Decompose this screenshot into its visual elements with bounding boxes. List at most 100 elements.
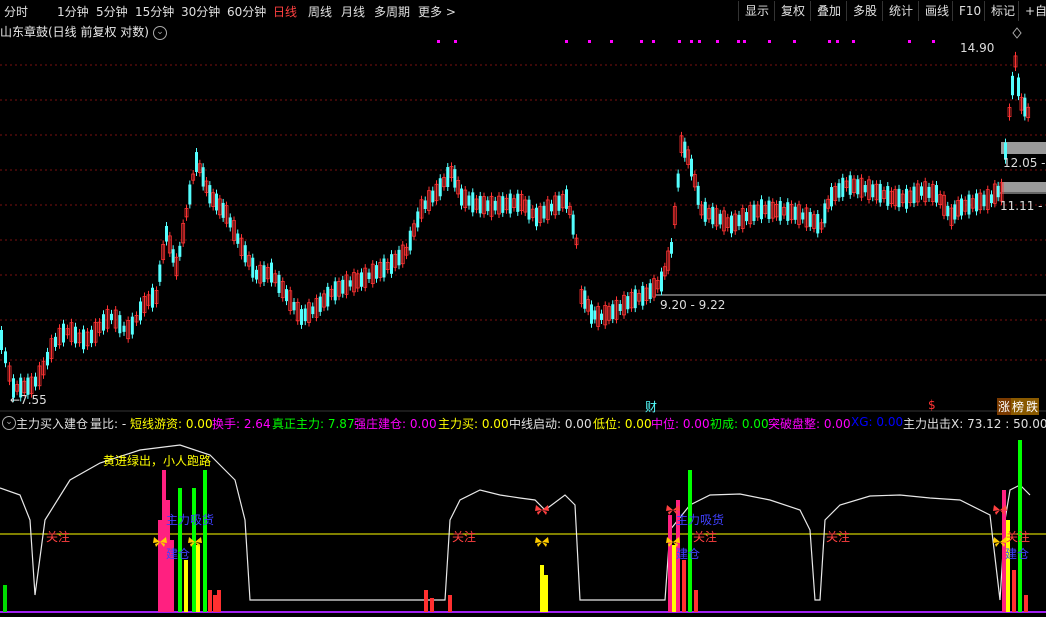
indicator-value-8: 中位: 0.00 <box>651 417 710 431</box>
candle-body <box>423 200 427 210</box>
candle-body <box>990 194 993 204</box>
signal-dot <box>743 40 746 43</box>
candle-body <box>778 200 782 221</box>
watch-label-5: 关注 <box>1006 530 1031 544</box>
volume-bar <box>540 565 544 612</box>
candle-body <box>886 186 890 206</box>
signal-dot <box>437 40 440 43</box>
build-label-3: 建仓 <box>1005 547 1030 561</box>
candle-body <box>348 280 352 287</box>
candle-body <box>46 351 49 366</box>
candle-body <box>730 215 733 234</box>
volume-bar <box>1018 440 1022 612</box>
candlestick-chart <box>0 27 1046 613</box>
build-label-2: 建仓 <box>676 547 701 561</box>
candle-body <box>670 242 673 254</box>
candle-body <box>255 269 258 280</box>
candle-body <box>0 330 3 350</box>
candle-body <box>367 272 371 280</box>
volume-bar <box>1012 570 1016 612</box>
candle-body <box>110 313 113 321</box>
candle-body <box>493 200 497 211</box>
volume-bar <box>208 590 212 612</box>
indicator-value-7: 低位: 0.00 <box>593 417 652 431</box>
candle-body <box>816 213 820 234</box>
candle-body <box>208 185 212 204</box>
candle-body <box>467 195 471 206</box>
candle-body <box>565 189 568 209</box>
candle-body <box>228 217 232 228</box>
candle-body <box>201 167 205 187</box>
candle-body <box>438 178 442 197</box>
candle-body <box>648 283 652 300</box>
volume-bar <box>217 590 221 612</box>
candle-body <box>158 264 162 282</box>
signal-dot <box>852 40 855 43</box>
candle-body <box>982 194 986 207</box>
candle-body <box>54 336 57 347</box>
indicator-value-1: 短线游资: 0.00 <box>130 417 213 431</box>
signal-dot <box>908 40 911 43</box>
candle-body <box>996 185 1000 198</box>
indicator-value-5: 主力买: 0.00 <box>438 417 509 431</box>
volume-bar <box>448 595 452 612</box>
candle-body <box>195 152 198 172</box>
candle-body <box>382 258 386 278</box>
candle-body <box>303 308 307 322</box>
indicator-value-9: 初成: 0.00 <box>710 417 769 431</box>
candle-body <box>920 186 923 196</box>
candle-body <box>618 303 622 311</box>
indicator-value-3: 真正主力: 7.87 <box>272 417 355 431</box>
signal-dot <box>610 40 613 43</box>
candle-body <box>745 212 748 222</box>
candle-body <box>912 186 916 204</box>
candle-body <box>767 200 771 220</box>
build-label-1: 建仓 <box>166 547 191 561</box>
candle-body <box>856 179 860 195</box>
high-price-label: 14.90 <box>960 41 995 55</box>
candle-body <box>408 230 412 251</box>
candle-body <box>703 201 707 222</box>
candle-body <box>946 205 950 217</box>
signal-dot <box>768 40 771 43</box>
candle-body <box>550 203 553 212</box>
indicator-settings-icon[interactable]: ⌄ <box>2 416 16 430</box>
indicator-name[interactable]: 主力买入建仓 <box>16 415 88 432</box>
volume-bar <box>430 598 434 612</box>
volume-bar <box>668 515 672 612</box>
candle-body <box>285 289 288 302</box>
candle-body <box>542 205 546 219</box>
candle-body <box>752 204 756 222</box>
candle-body <box>188 184 192 205</box>
candle-body <box>696 185 700 205</box>
signal-dot <box>588 40 591 43</box>
candle-body <box>690 158 693 177</box>
candle-body <box>243 245 247 263</box>
candle-body <box>300 309 303 325</box>
candle-body <box>74 326 77 344</box>
candle-body <box>718 213 722 225</box>
candle-body <box>90 329 93 344</box>
candle-body <box>397 249 401 266</box>
candle-body <box>863 184 867 193</box>
candle-body <box>151 287 154 308</box>
candle-body <box>967 194 971 215</box>
candle-body <box>318 296 322 312</box>
candle-body <box>711 206 715 225</box>
candle-body <box>590 304 593 324</box>
volume-bar <box>192 488 196 612</box>
signal-dot <box>454 40 457 43</box>
candle-body <box>360 272 363 287</box>
candle-body <box>333 281 337 301</box>
candle-body <box>557 195 561 211</box>
dividend-marker[interactable]: $ <box>928 398 936 412</box>
candle-body <box>683 141 687 158</box>
candle-body <box>431 190 435 203</box>
signal-caption: 黄进绿出，小人跑路 <box>103 454 212 468</box>
candle-body <box>960 198 963 216</box>
volume-bar <box>213 595 217 612</box>
candle-body <box>760 199 763 220</box>
indicator-value-2: 换手: 2.64 <box>212 417 271 431</box>
candle-body <box>165 225 168 242</box>
candle-body <box>178 245 182 257</box>
